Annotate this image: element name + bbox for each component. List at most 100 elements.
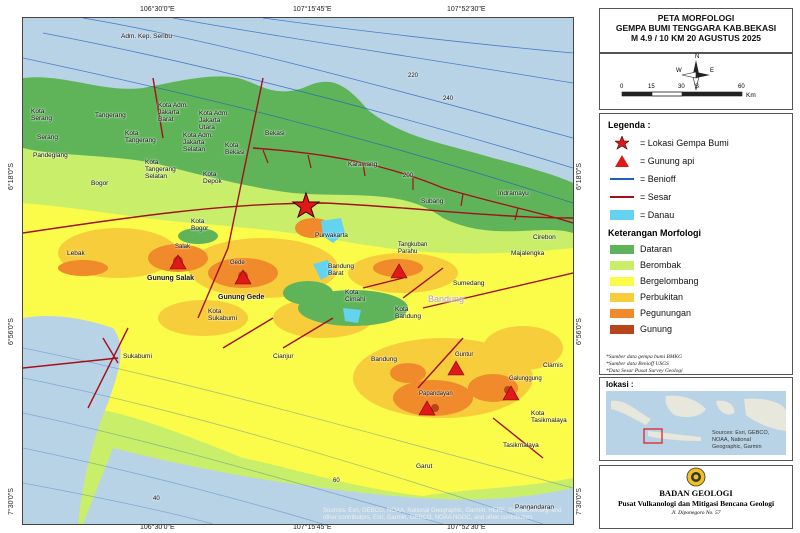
map-event: M 4.9 / 10 KM 20 AGUSTUS 2025 bbox=[630, 33, 762, 43]
place-label: Kota Tasikmalaya bbox=[531, 410, 567, 424]
map-title-box: PETA MORFOLOGI GEMPA BUMI TENGGARA KAB.B… bbox=[599, 8, 793, 53]
place-label: Kota Bandung bbox=[395, 306, 422, 320]
place-label: Kota Depok bbox=[203, 171, 222, 185]
place-label: Kota Sukabumi bbox=[208, 308, 237, 322]
coord-left-1: 6°18'0"S bbox=[8, 163, 15, 190]
north-scale-box: N S E W 0 15 30 60 Km bbox=[599, 53, 793, 110]
inset-title: lokasi : bbox=[606, 380, 634, 389]
coord-top-2: 107°15'45"E bbox=[293, 6, 332, 13]
place-label: Bandung bbox=[371, 356, 398, 363]
legend-item-volcano: = Gunung api bbox=[610, 154, 694, 168]
contour-label: 60 bbox=[333, 478, 340, 484]
coord-bottom-1: 106°30'0"E bbox=[140, 524, 175, 531]
place-label: Purwakarta bbox=[315, 232, 348, 239]
swatch-perbukitan bbox=[610, 292, 634, 302]
place-label: Adm. Kep. Seribu bbox=[121, 33, 172, 40]
legend-item-fault: = Sesar bbox=[610, 190, 671, 204]
place-label: Kota Serang bbox=[31, 108, 52, 122]
red-line-icon bbox=[610, 190, 634, 204]
compass-e: E bbox=[710, 68, 715, 74]
star-icon bbox=[610, 136, 634, 150]
agency-address: Jl. Diponegoro No. 57 bbox=[671, 510, 721, 516]
legend-title: Legenda : bbox=[608, 120, 651, 130]
legend-item-lake: = Danau bbox=[610, 208, 674, 222]
morphology-map[interactable]: 220 240 200 60 40 Adm. Kep. Seribu Kota … bbox=[22, 17, 574, 525]
place-label: Bogor bbox=[91, 180, 109, 187]
legend-box: Legenda : = Lokasi Gempa Bumi = Gunung a… bbox=[599, 113, 793, 375]
scale-unit: Km bbox=[746, 92, 756, 99]
triangle-icon bbox=[610, 154, 634, 168]
place-label: Cirebon bbox=[533, 234, 556, 241]
swatch-dataran bbox=[610, 244, 634, 254]
place-label: Karawang bbox=[348, 161, 378, 168]
volcano-label: Gunung Gede bbox=[218, 294, 265, 301]
place-label: Kota Adm. Jakarta Utara bbox=[199, 110, 229, 131]
volcano-label: Salak bbox=[175, 244, 191, 250]
contour-label: 220 bbox=[408, 73, 419, 79]
place-label: Bandung Barat bbox=[328, 263, 355, 277]
data-sources: *Sumber data gempa bumi BMKG *Sumber dat… bbox=[606, 354, 683, 374]
place-label: Kota Cimahi bbox=[345, 289, 366, 303]
contour-label: 40 bbox=[153, 496, 160, 502]
place-label: Bekasi bbox=[265, 130, 285, 137]
contour-label: 240 bbox=[443, 96, 454, 102]
coord-right-1: 6°18'0"S bbox=[576, 163, 583, 190]
agency-logo-icon bbox=[686, 467, 706, 487]
scale-tick: 15 bbox=[648, 84, 655, 90]
morph-item: Dataran bbox=[610, 242, 672, 256]
inset-map[interactable]: Sources: Esri, GEBCO, NOAA, National Geo… bbox=[606, 391, 786, 455]
morph-item: Pegunungan bbox=[610, 306, 691, 320]
coord-left-3: 7°30'0"S bbox=[8, 488, 15, 515]
map-credits: Sources: Esri, GEBCO, NOAA, National Geo… bbox=[323, 508, 562, 521]
coord-top-3: 107°52'30"E bbox=[447, 6, 486, 13]
place-label: Pandeglang bbox=[33, 152, 68, 159]
swatch-gunung bbox=[610, 324, 634, 334]
place-label: Cianjur bbox=[273, 353, 294, 360]
place-label: Tangerang bbox=[95, 112, 126, 119]
place-label: Kota Tangerang bbox=[125, 130, 156, 144]
volcano-label: Gunung Salak bbox=[147, 275, 195, 282]
scale-tick: 30 bbox=[678, 84, 685, 90]
coord-bottom-2: 107°15'45"E bbox=[293, 524, 332, 531]
morph-item: Bergelombang bbox=[610, 274, 699, 288]
place-label: Sukabumi bbox=[123, 353, 152, 360]
morph-item: Berombak bbox=[610, 258, 681, 272]
compass-rose-icon bbox=[621, 60, 743, 97]
agency-subtitle: Pusat Vulkanologi dan Mitigasi Bencana G… bbox=[617, 499, 775, 508]
place-label: Ciamis bbox=[543, 362, 563, 369]
swatch-pegunungan bbox=[610, 308, 634, 318]
contour-label: 200 bbox=[403, 173, 414, 179]
swatch-bergelombang bbox=[610, 276, 634, 286]
location-inset-box: lokasi : Sources: Esri, GEBCO, NOAA, Nat… bbox=[599, 377, 793, 461]
place-label: Kota Adm. Jakarta Selatan bbox=[183, 132, 213, 153]
volcano-label: Guntur bbox=[455, 352, 474, 358]
map-subtitle: GEMPA BUMI TENGGARA KAB.BEKASI bbox=[615, 23, 777, 33]
coord-left-2: 6°56'0"S bbox=[8, 318, 15, 345]
coord-right-2: 6°56'0"S bbox=[576, 318, 583, 345]
place-label: Kota Bekasi bbox=[225, 142, 245, 156]
place-label: Sumedang bbox=[453, 280, 485, 287]
map-sheet: 106°30'0"E 107°15'45"E 107°52'30"E 106°3… bbox=[0, 0, 800, 533]
scale-tick: 0 bbox=[620, 84, 624, 90]
compass-s: S bbox=[695, 84, 700, 90]
compass-n: N bbox=[695, 54, 700, 60]
map-canvas bbox=[23, 18, 573, 524]
agency-name: BADAN GEOLOGI bbox=[659, 488, 733, 498]
coord-right-3: 7°30'0"S bbox=[576, 488, 583, 515]
place-label: Garut bbox=[416, 463, 433, 470]
coord-bottom-3: 107°52'30"E bbox=[447, 524, 486, 531]
place-label: Tasikmalaya bbox=[503, 442, 539, 449]
place-label: Kota Tangerang Selatan bbox=[145, 159, 176, 180]
volcano-label: Papandayan bbox=[419, 391, 453, 397]
place-label: Kota Adm. Jakarta Barat bbox=[158, 102, 188, 123]
volcano-label: Galunggung bbox=[509, 376, 542, 382]
place-label: Indramayu bbox=[498, 190, 529, 197]
compass-w: W bbox=[676, 68, 682, 74]
coord-top-1: 106°30'0"E bbox=[140, 6, 175, 13]
morphology-title: Keterangan Morfologi bbox=[608, 228, 702, 238]
place-label: Kota Bogor bbox=[191, 218, 209, 232]
map-title: PETA MORFOLOGI bbox=[657, 13, 735, 23]
place-label: Majalengka bbox=[511, 250, 545, 257]
volcano-label: Gede bbox=[230, 260, 245, 266]
volcano-label: Tangkuban Parahu bbox=[398, 242, 428, 255]
